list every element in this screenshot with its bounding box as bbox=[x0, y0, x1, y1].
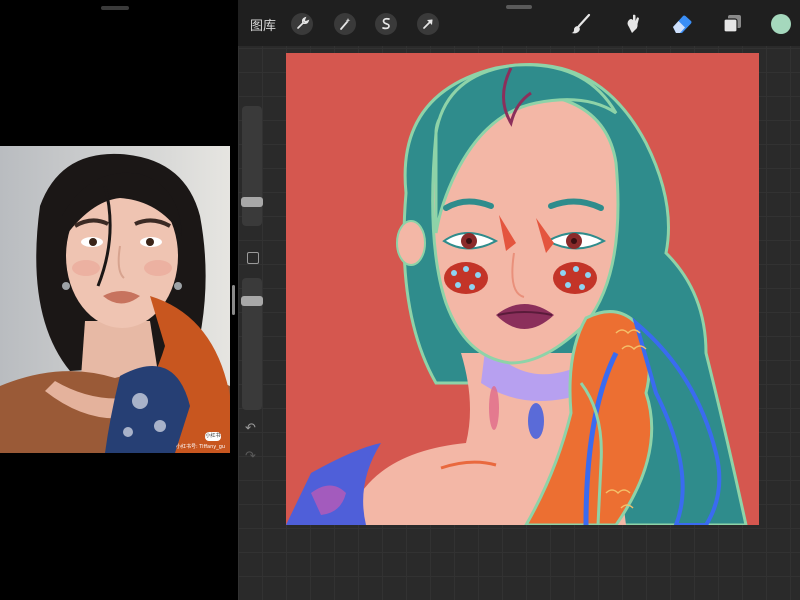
watermark-badge: 小红书 bbox=[205, 432, 221, 441]
eraser-button[interactable] bbox=[669, 11, 695, 37]
adjustments-button[interactable] bbox=[333, 12, 357, 36]
reference-photo bbox=[0, 146, 230, 453]
watermark-text: 小红书号: Tiffany_gu bbox=[176, 444, 226, 450]
split-view-divider[interactable] bbox=[232, 285, 235, 315]
top-toolbar: 图库 bbox=[238, 0, 800, 46]
color-picker-swatch[interactable] bbox=[771, 14, 791, 34]
undo-icon[interactable]: ↶ bbox=[245, 422, 259, 436]
actions-button[interactable] bbox=[290, 12, 314, 36]
brush-button[interactable] bbox=[568, 11, 594, 37]
artwork-canvas[interactable] bbox=[286, 53, 759, 525]
wrench-icon bbox=[291, 13, 313, 35]
eraser-icon bbox=[673, 15, 692, 33]
transform-button[interactable] bbox=[416, 12, 440, 36]
selection-button[interactable] bbox=[374, 12, 398, 36]
sidebar: ↶ ↷ bbox=[239, 100, 265, 470]
opacity-knob[interactable] bbox=[241, 296, 263, 307]
layers-icon bbox=[723, 15, 741, 33]
brush-size-slider[interactable] bbox=[241, 106, 263, 226]
transform-arrow-icon bbox=[417, 13, 439, 35]
layers-button[interactable] bbox=[719, 11, 745, 37]
smudge-icon bbox=[627, 14, 639, 33]
reference-pane: 小红书 小红书号: Tiffany_gu bbox=[0, 0, 236, 600]
smudge-button[interactable] bbox=[619, 11, 645, 37]
brush-size-knob[interactable] bbox=[241, 197, 263, 208]
magic-wand-icon bbox=[334, 13, 356, 35]
selection-icon bbox=[375, 13, 397, 35]
gallery-button[interactable]: 图库 bbox=[250, 15, 276, 34]
pane-grabber[interactable] bbox=[101, 6, 129, 10]
multitasking-handle[interactable] bbox=[506, 5, 532, 9]
modify-button[interactable] bbox=[247, 252, 259, 264]
opacity-slider[interactable] bbox=[241, 278, 263, 410]
brush-icon bbox=[571, 13, 591, 34]
redo-icon[interactable]: ↷ bbox=[245, 450, 259, 464]
